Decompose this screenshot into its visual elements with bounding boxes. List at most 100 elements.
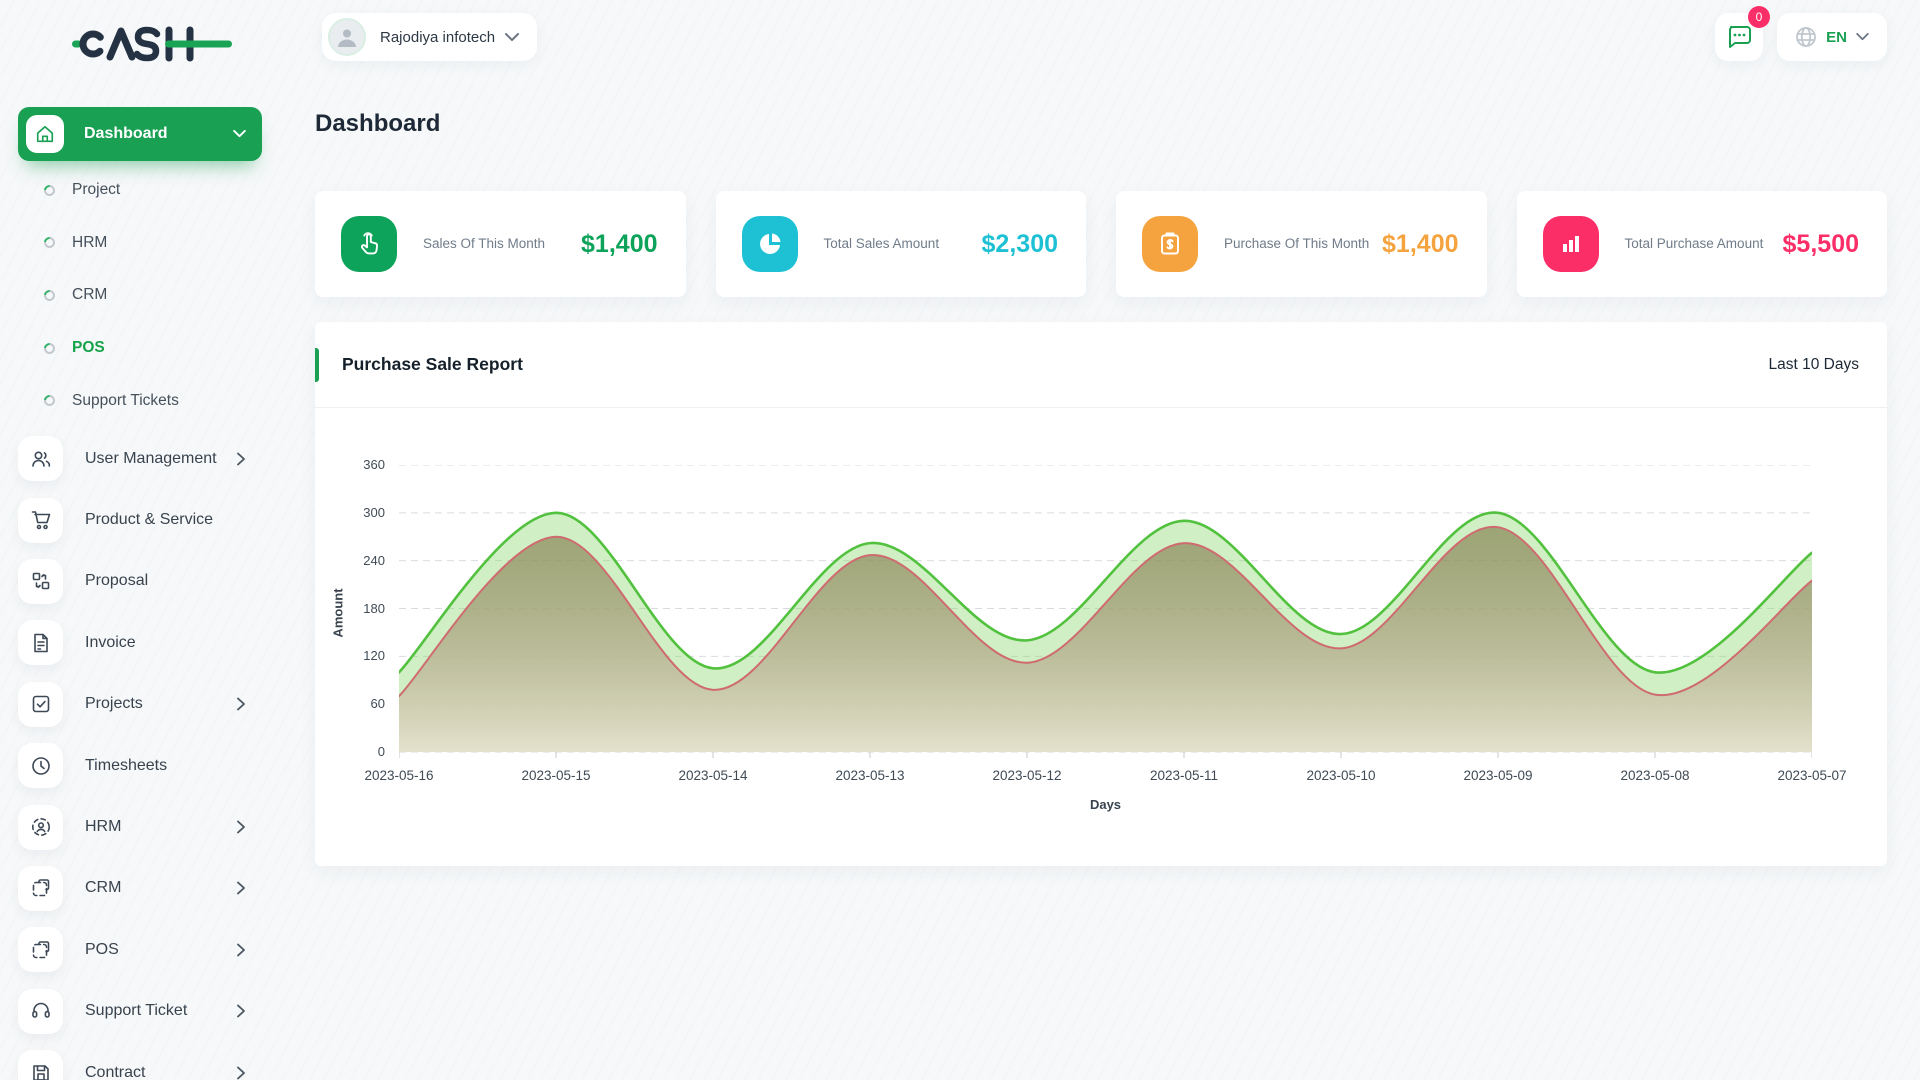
messages-button[interactable]: 0	[1715, 13, 1763, 61]
chevron-right-icon	[237, 698, 245, 711]
dashed-square-icon	[18, 866, 63, 911]
x-axis-tick: 2023-05-14	[648, 768, 778, 783]
x-axis-tick: 2023-05-08	[1590, 768, 1720, 783]
stat-card-sales-month: Sales Of This Month $1,400	[315, 191, 686, 297]
sidebar-item-label: Proposal	[85, 572, 148, 590]
sidebar-item-label: POS	[72, 339, 105, 357]
report-header: Purchase Sale Report Last 10 Days	[315, 322, 1887, 408]
chevron-right-icon	[237, 821, 245, 834]
language-code: EN	[1826, 29, 1847, 46]
x-axis-tick: 2023-05-11	[1119, 768, 1249, 783]
sidebar: Dashboard Project HRM CRM POS Support Ti…	[0, 0, 280, 1080]
clipboard-dollar-icon	[1142, 216, 1198, 272]
stat-value: $1,400	[581, 230, 657, 259]
area-chart	[399, 465, 1812, 760]
x-axis-tick: 2023-05-15	[491, 768, 621, 783]
sidebar-item-label: Support Tickets	[72, 392, 179, 410]
dashed-square-icon	[18, 927, 63, 972]
chevron-down-icon	[1856, 33, 1869, 41]
stat-value: $2,300	[982, 230, 1058, 259]
sidebar-item-label: Contract	[85, 1064, 145, 1080]
stat-label: Purchase Of This Month	[1224, 235, 1369, 253]
sidebar-item-label: Timesheets	[85, 757, 167, 775]
sidebar-item-projects[interactable]: Projects	[0, 674, 280, 735]
user-dashed-circle-icon	[18, 805, 63, 850]
sidebar-item-contract[interactable]: Contract	[0, 1042, 280, 1080]
page-title: Dashboard	[315, 110, 440, 138]
sidebar-item-label: Invoice	[85, 634, 136, 652]
stat-cards: Sales Of This Month $1,400 Total Sales A…	[315, 191, 1887, 297]
y-axis-tick: 360	[339, 457, 385, 472]
sidebar-item-label: User Management	[85, 450, 217, 468]
sidebar-item-hrm[interactable]: HRM	[0, 217, 280, 270]
y-axis-tick: 300	[339, 505, 385, 520]
sidebar-item-product-service[interactable]: Product & Service	[0, 489, 280, 550]
sidebar-item-label: Support Ticket	[85, 1002, 187, 1020]
hand-click-icon	[341, 216, 397, 272]
sidebar-item-label: Dashboard	[84, 125, 168, 143]
chevron-right-icon	[237, 1066, 245, 1079]
company-selector[interactable]: Rajodiya infotech	[322, 13, 537, 61]
chat-badge: 0	[1748, 6, 1770, 28]
purchase-sale-chart: Amount Days 0601201802403003602023-05-16…	[399, 465, 1812, 760]
y-axis-tick: 0	[339, 744, 385, 759]
report-title: Purchase Sale Report	[342, 354, 523, 375]
circle-bullet-icon	[42, 183, 57, 198]
stat-card-total-sales: Total Sales Amount $2,300	[716, 191, 1087, 297]
x-axis-title: Days	[399, 797, 1812, 812]
circle-bullet-icon	[42, 393, 57, 408]
circle-bullet-icon	[42, 235, 57, 250]
y-axis-tick: 120	[339, 648, 385, 663]
sidebar-item-hrm-module[interactable]: HRM	[0, 796, 280, 857]
sidebar-item-support-tickets[interactable]: Support Tickets	[0, 374, 280, 427]
x-axis-tick: 2023-05-09	[1433, 768, 1563, 783]
home-icon	[26, 115, 64, 153]
sidebar-item-invoice[interactable]: Invoice	[0, 612, 280, 673]
contract-save-icon	[18, 1050, 63, 1080]
chevron-right-icon	[237, 943, 245, 956]
purchase-sale-report-card: Purchase Sale Report Last 10 Days Amount…	[315, 322, 1887, 866]
pie-chart-icon	[742, 216, 798, 272]
language-selector[interactable]: EN	[1777, 13, 1887, 61]
accent-bar	[315, 348, 319, 382]
sidebar-item-project[interactable]: Project	[0, 164, 280, 217]
company-name: Rajodiya infotech	[380, 29, 495, 46]
sidebar-item-user-management[interactable]: User Management	[0, 428, 280, 489]
stat-value: $5,500	[1783, 230, 1859, 259]
sidebar-item-pos-module[interactable]: POS	[0, 919, 280, 980]
sidebar-item-label: HRM	[72, 234, 107, 252]
stat-label: Sales Of This Month	[423, 235, 545, 253]
sidebar-item-pos[interactable]: POS	[0, 322, 280, 375]
sidebar-item-label: Product & Service	[85, 511, 213, 529]
headset-icon	[18, 989, 63, 1034]
chevron-down-icon	[233, 130, 246, 138]
sidebar-item-timesheets[interactable]: Timesheets	[0, 735, 280, 796]
chevron-right-icon	[237, 1005, 245, 1018]
stat-card-purchase-month: Purchase Of This Month $1,400	[1116, 191, 1487, 297]
sidebar-item-support-ticket-module[interactable]: Support Ticket	[0, 981, 280, 1042]
y-axis-tick: 240	[339, 553, 385, 568]
report-range-label: Last 10 Days	[1769, 356, 1859, 374]
chevron-right-icon	[237, 452, 245, 465]
sidebar-modules: User Management Product & Service Propos…	[0, 428, 280, 1080]
stat-label: Total Sales Amount	[824, 235, 940, 253]
x-axis-tick: 2023-05-10	[1276, 768, 1406, 783]
circle-bullet-icon	[42, 340, 57, 355]
stat-card-total-purchase: Total Purchase Amount $5,500	[1517, 191, 1888, 297]
swap-boxes-icon	[18, 559, 63, 604]
chevron-right-icon	[237, 882, 245, 895]
bar-chart-icon	[1543, 216, 1599, 272]
x-axis-tick: 2023-05-13	[805, 768, 935, 783]
sidebar-item-proposal[interactable]: Proposal	[0, 551, 280, 612]
sidebar-item-label: CRM	[85, 879, 121, 897]
sidebar-item-crm[interactable]: CRM	[0, 269, 280, 322]
sidebar-item-crm-module[interactable]: CRM	[0, 858, 280, 919]
sidebar-item-dashboard[interactable]: Dashboard	[18, 107, 262, 161]
x-axis-tick: 2023-05-16	[334, 768, 464, 783]
company-avatar	[328, 18, 366, 56]
y-axis-tick: 180	[339, 601, 385, 616]
stat-label: Total Purchase Amount	[1625, 235, 1764, 253]
dashboard-submenu: Project HRM CRM POS Support Tickets	[0, 164, 280, 427]
clock-icon	[18, 743, 63, 788]
invoice-file-icon	[18, 620, 63, 665]
